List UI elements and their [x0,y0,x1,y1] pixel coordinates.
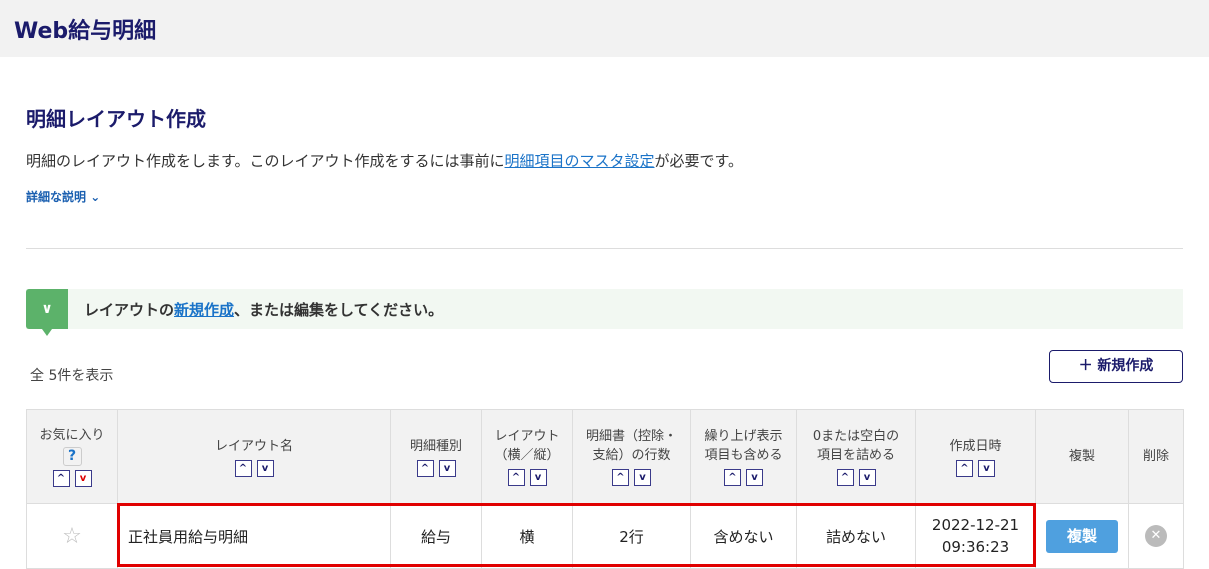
sort-desc-icon[interactable]: v [746,469,763,486]
header-label: 繰り上げ表示 項目も含める [704,429,783,463]
sort-asc-icon[interactable]: ^ [234,459,252,477]
sort-desc-icon[interactable]: v [978,459,995,477]
sort-desc-icon[interactable]: v [529,469,547,486]
new-create-link[interactable]: 新規作成 [174,301,234,319]
header-label: 作成日時 [949,438,1002,454]
chevron-down-icon: ⌄ [90,190,101,204]
new-layout-button[interactable]: ＋ 新規作成 [1049,350,1183,383]
col-orientation: レイアウト （横／縦） ^ v [481,409,573,504]
sort-asc-icon[interactable]: ^ [836,469,854,486]
master-settings-link[interactable]: 明細項目のマスタ設定 [505,152,655,170]
sort-asc-icon[interactable]: ^ [416,459,434,477]
col-blank: 0または空白の 項目を詰める ^ v [796,409,916,504]
carry-cell: 含めない [690,503,797,569]
app-title: Web給与明細 [14,19,157,44]
sort-desc-icon[interactable]: v [858,469,876,486]
guide-banner: ∨ レイアウトの新規作成、または編集をしてください。 [26,289,1183,336]
blank-cell: 詰めない [796,503,916,569]
col-created: 作成日時 ^ v [915,409,1036,504]
header-label: レイアウト （横／縦） [494,429,560,463]
page-title: 明細レイアウト作成 [26,107,206,131]
page-description: 明細のレイアウト作成をします。このレイアウト作成をするには事前に明細項目のマスタ… [26,150,743,171]
delete-cell: ✕ [1128,503,1184,569]
sort-asc-icon[interactable]: ^ [52,470,70,487]
copy-cell: 複製 [1035,503,1129,569]
chevron-down-icon: ∨ [26,289,68,336]
table-row[interactable]: ☆ 正社員用給与明細 給与 横 2行 含めない 詰めない 2022-12-21 0… [26,503,1184,569]
type-cell: 給与 [390,503,482,569]
sort-desc-icon[interactable]: v [256,459,274,477]
banner-after: 、または編集をしてください。 [234,301,444,319]
delete-icon[interactable]: ✕ [1145,525,1167,547]
layout-table: お気に入り? ^ v レイアウト名 ^ v 明細種別 ^ v レイアウト （横／縦） ^ v 明… [26,409,1184,569]
sort-asc-icon[interactable]: ^ [956,459,973,477]
created-date: 2022-12-21 [931,516,1020,534]
col-carry: 繰り上げ表示 項目も含める ^ v [690,409,797,504]
desc-text: 明細のレイアウト作成をします。このレイアウト作成をするには事前に [26,152,505,170]
orientation-cell: 横 [481,503,573,569]
banner-before: レイアウトの [84,301,175,319]
sort-desc-icon[interactable]: v [74,470,92,487]
sort-asc-icon[interactable]: ^ [724,469,741,486]
header-label: お気に入り [39,428,105,443]
col-favorite: お気に入り? ^ v [26,409,118,504]
header-label: 0または空白の 項目を詰める [812,429,900,463]
help-icon[interactable]: ? [62,447,82,466]
col-delete: 削除 [1128,409,1184,504]
star-icon[interactable]: ☆ [62,524,82,549]
sort-desc-icon[interactable]: v [634,469,651,486]
col-layout-name: レイアウト名 ^ v [117,409,391,504]
created-cell: 2022-12-21 09:36:23 [915,503,1036,569]
details-label: 詳細な説明 [26,190,87,204]
details-toggle[interactable]: 詳細な説明 ⌄ [26,188,100,205]
col-type: 明細種別 ^ v [390,409,482,504]
created-time: 09:36:23 [941,538,1010,556]
sort-asc-icon[interactable]: ^ [507,469,525,486]
header-label: 明細種別 [409,438,462,454]
banner-text: レイアウトの新規作成、または編集をしてください。 [84,299,443,320]
table-header-row: お気に入り? ^ v レイアウト名 ^ v 明細種別 ^ v レイアウト （横／縦） ^ v 明… [26,409,1184,504]
col-copy: 複製 [1035,409,1129,504]
desc-text-end: が必要です。 [654,152,744,170]
header-label: レイアウト名 [214,438,293,454]
lines-cell: 2行 [572,503,691,569]
sort-desc-icon[interactable]: v [438,459,456,477]
divider [26,248,1183,249]
favorite-cell: ☆ [26,503,118,569]
sort-asc-icon[interactable]: ^ [612,469,629,486]
header-label: 明細書（控除・ 支給）の行数 [585,429,677,463]
app-header: Web給与明細 [0,0,1209,57]
result-count: 全 5件を表示 [30,368,114,384]
col-lines: 明細書（控除・ 支給）の行数 ^ v [572,409,691,504]
layout-name[interactable]: 正社員用給与明細 [117,503,391,569]
copy-button[interactable]: 複製 [1046,519,1118,553]
